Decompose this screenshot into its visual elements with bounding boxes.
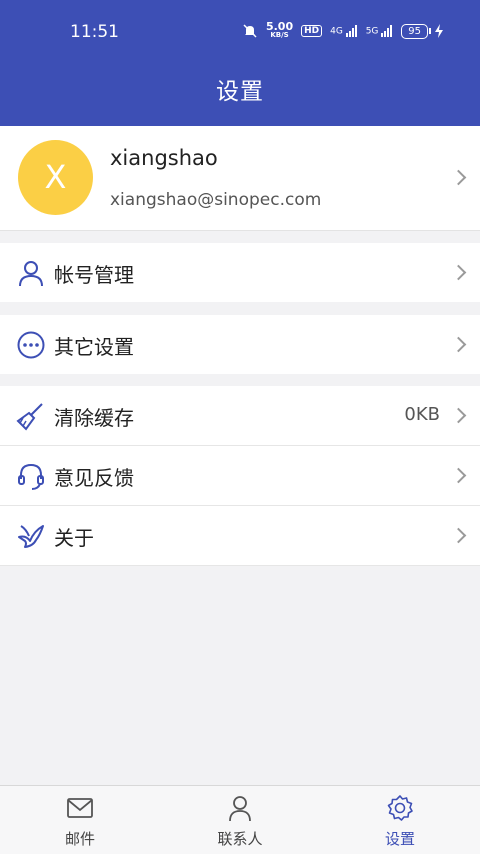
divider — [0, 565, 480, 566]
tab-label: 联系人 — [217, 830, 263, 848]
settings-item-label: 关于 — [54, 526, 94, 550]
settings-item-cache[interactable]: 清除缓存 0KB — [0, 386, 480, 445]
tab-label: 设置 — [384, 830, 415, 848]
signal-5g-label: 5G — [365, 26, 379, 37]
settings-item-account[interactable]: 帐号管理 — [0, 243, 480, 302]
person-icon — [19, 261, 43, 287]
contact-icon — [229, 796, 251, 822]
tab-contacts[interactable]: 联系人 — [160, 786, 320, 854]
tab-mail[interactable]: 邮件 — [0, 786, 160, 854]
chevron-right-icon — [450, 467, 467, 484]
tab-settings[interactable]: 设置 — [320, 786, 480, 854]
bottom-tab-bar: 邮件 联系人 设置 — [0, 785, 480, 854]
avatar: X — [18, 140, 93, 215]
settings-item-about[interactable]: 关于 — [0, 506, 480, 565]
chevron-right-icon — [450, 527, 467, 544]
chevron-right-icon — [450, 407, 467, 424]
settings-item-label: 帐号管理 — [54, 263, 134, 287]
headset-icon — [18, 463, 44, 490]
profile-email: xiangshao@sinopec.com — [110, 190, 322, 210]
hd-badge: HD — [301, 25, 323, 37]
settings-item-label: 意见反馈 — [54, 466, 134, 490]
chevron-right-icon — [450, 169, 467, 186]
dove-icon — [18, 525, 44, 548]
gear-icon — [387, 795, 413, 821]
status-time: 11:51 — [70, 22, 119, 42]
chevron-right-icon — [450, 264, 467, 281]
signal-bars-icon — [381, 25, 393, 37]
broom-icon — [16, 403, 43, 431]
cache-size: 0KB — [404, 404, 440, 425]
mute-icon — [243, 24, 257, 38]
more-icon — [17, 331, 45, 359]
charging-icon — [435, 24, 443, 38]
battery-level: 95 — [401, 23, 428, 39]
top-bar: 11:51 5.00 KB/S HD 4G 5G 95 设置 — [0, 0, 480, 126]
net-speed: 5.00 KB/S — [265, 20, 294, 40]
net-speed-value: 5.00 — [265, 20, 294, 33]
signal-5g: 5G — [366, 25, 394, 37]
settings-item-other[interactable]: 其它设置 — [0, 315, 480, 374]
chevron-right-icon — [450, 336, 467, 353]
profile-card[interactable]: X xiangshao xiangshao@sinopec.com — [0, 126, 480, 231]
profile-name: xiangshao — [110, 146, 218, 170]
tab-label: 邮件 — [64, 830, 95, 848]
battery-tip — [429, 28, 431, 34]
signal-bars-icon — [345, 25, 357, 37]
settings-item-feedback[interactable]: 意见反馈 — [0, 446, 480, 505]
signal-4g: 4G — [330, 25, 358, 37]
settings-item-label: 其它设置 — [54, 335, 134, 359]
page-title: 设置 — [216, 79, 264, 105]
signal-4g-label: 4G — [330, 26, 343, 37]
settings-item-label: 清除缓存 — [54, 406, 134, 430]
mail-icon — [67, 798, 93, 818]
status-icons: 5.00 KB/S HD 4G 5G 95 — [242, 20, 444, 40]
battery-indicator: 95 — [401, 23, 444, 39]
